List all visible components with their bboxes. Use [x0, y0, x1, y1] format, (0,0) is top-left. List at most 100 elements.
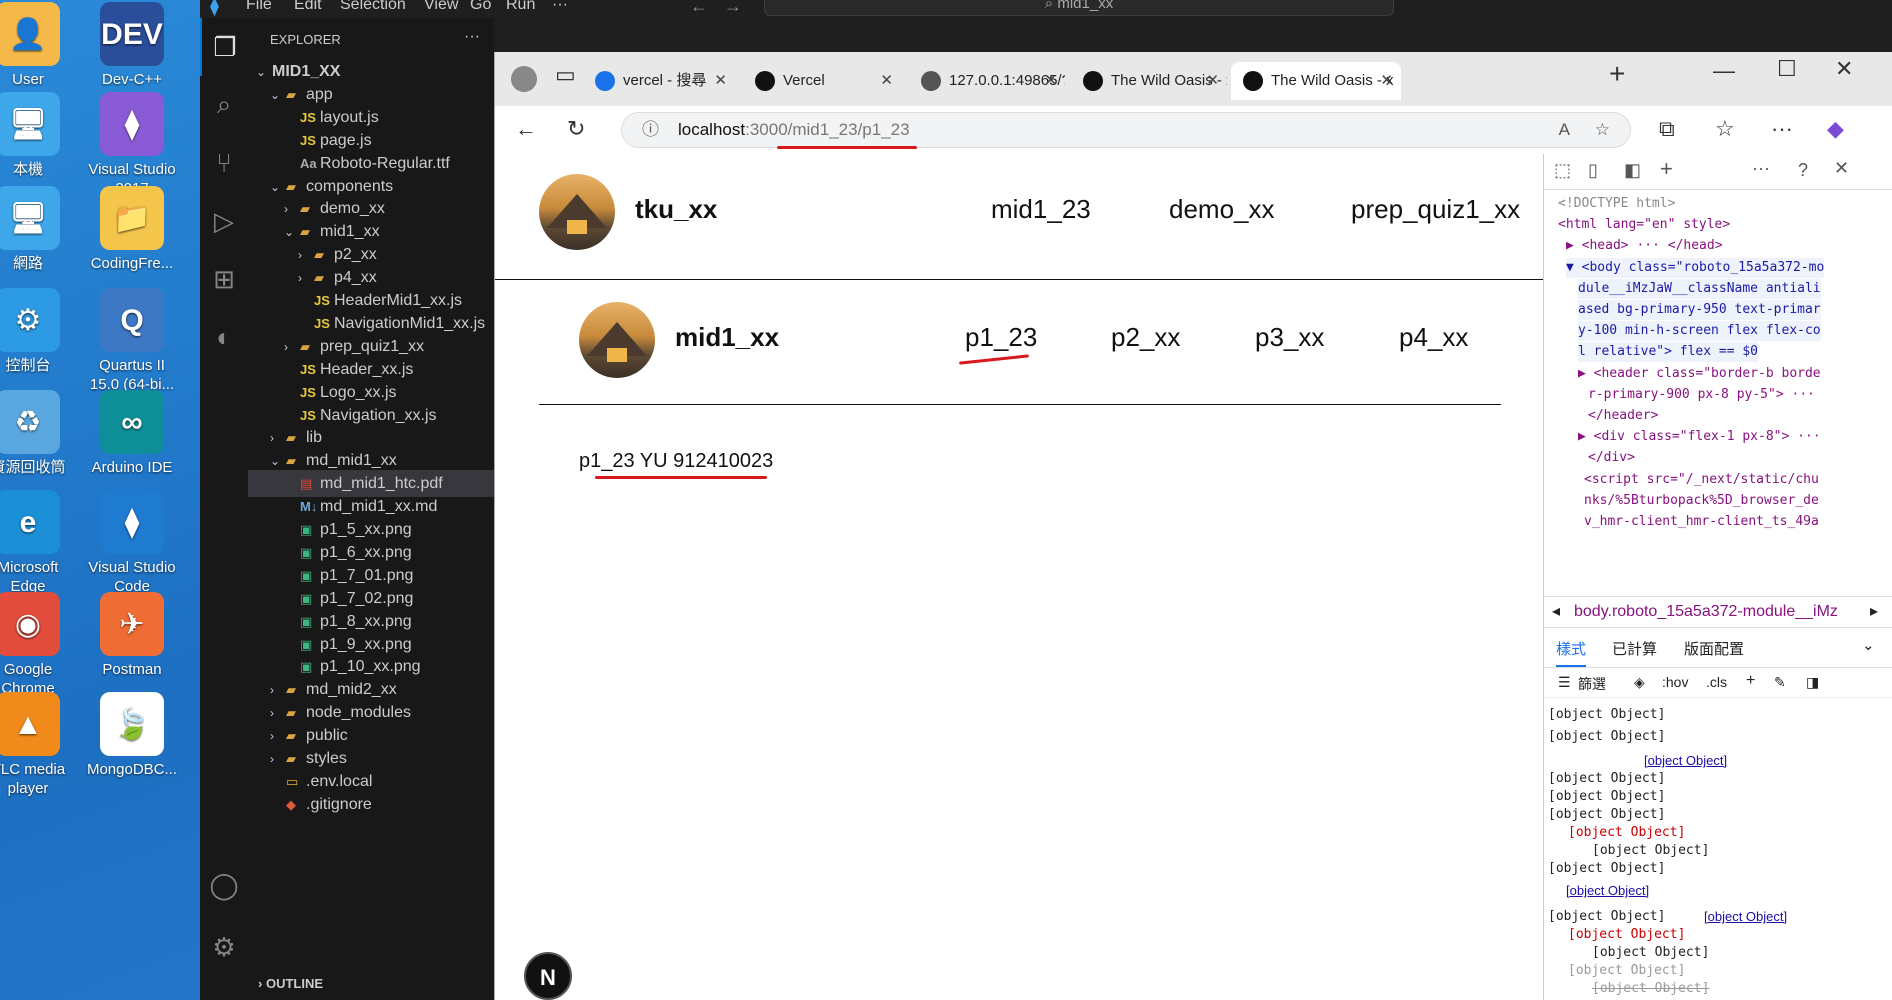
tab-styles[interactable]: 樣式: [1556, 638, 1587, 667]
device-toolbar-icon[interactable]: ▯: [1588, 160, 1598, 181]
close-devtools-icon[interactable]: ✕: [1834, 158, 1849, 179]
back-icon[interactable]: ←: [515, 116, 537, 142]
dom-node-line[interactable]: </header>: [1588, 406, 1658, 426]
profile-avatar-icon[interactable]: [511, 66, 537, 92]
dock-icon[interactable]: ◧: [1624, 160, 1641, 181]
subnav-link-p3[interactable]: p3_xx: [1255, 322, 1324, 353]
nextjs-dev-indicator[interactable]: N: [524, 952, 572, 1000]
subnav-link-p2[interactable]: p2_xx: [1111, 322, 1180, 353]
desktop-icon[interactable]: Q Quartus II 15.0 (64-bi...: [84, 288, 180, 394]
desktop-icon[interactable]: ⧫ Visual Studio Code: [84, 490, 180, 596]
browser-tab[interactable]: Vercel ✕: [743, 62, 901, 100]
dom-node-line[interactable]: <!DOCTYPE html>: [1558, 194, 1675, 214]
close-tab-icon[interactable]: ✕: [880, 62, 893, 100]
extensions-puzzle-icon[interactable]: ⧉: [1659, 116, 1675, 142]
header-brand[interactable]: tku_xx: [635, 194, 717, 225]
more-actions-icon[interactable]: ···: [464, 28, 480, 46]
nav-link-demo[interactable]: demo_xx: [1169, 194, 1275, 225]
crumb-right-icon[interactable]: ▸: [1870, 597, 1878, 627]
dom-node-line[interactable]: y-100 min-h-screen flex flex-co: [1578, 321, 1821, 342]
element-breadcrumb[interactable]: ◂ body.roboto_15a5a372-module__iMz ▸: [1544, 596, 1892, 628]
sub-logo-image[interactable]: [579, 302, 655, 378]
desktop-icon[interactable]: ∞ Arduino IDE: [84, 390, 180, 477]
menu-item[interactable]: Edit: [294, 0, 322, 14]
search-icon[interactable]: ⌕: [200, 76, 248, 134]
cls-toggle[interactable]: .cls: [1706, 674, 1727, 690]
command-center-search[interactable]: ⌕ mid1_xx: [764, 0, 1394, 16]
settings-gear-icon[interactable]: ⚙: [200, 918, 248, 976]
menu-item[interactable]: Run: [506, 0, 535, 14]
tree-file[interactable]: ◆ .gitignore: [248, 791, 494, 818]
nav-link-prep-quiz1[interactable]: prep_quiz1_xx: [1351, 194, 1520, 225]
menu-item[interactable]: File: [246, 0, 272, 14]
style-source-link[interactable]: [object Object]: [1644, 752, 1727, 770]
add-panel-icon[interactable]: +: [1660, 156, 1673, 182]
menu-item[interactable]: ···: [552, 0, 568, 14]
close-tab-icon[interactable]: ✕: [1044, 62, 1057, 100]
forward-arrow-icon[interactable]: →: [724, 0, 742, 17]
source-control-icon[interactable]: ⑂: [200, 134, 248, 192]
maximize-icon[interactable]: ☐: [1777, 56, 1797, 82]
close-tab-icon[interactable]: ✕: [1380, 62, 1393, 100]
address-bar[interactable]: ⓘ localhost:3000/mid1_23/p1_23 A ☆: [621, 112, 1631, 148]
desktop-icon[interactable]: e Microsoft Edge: [0, 490, 76, 596]
dom-node-line[interactable]: <html lang="en" style>: [1558, 215, 1730, 235]
logo-image[interactable]: [539, 174, 615, 250]
hov-toggle[interactable]: :hov: [1662, 674, 1688, 690]
style-source-link[interactable]: [object Object]: [1704, 908, 1787, 926]
desktop-icon[interactable]: DEV Dev-C++: [84, 2, 180, 89]
run-debug-icon[interactable]: ▷: [200, 192, 248, 250]
extensions-icon[interactable]: ⊞: [200, 250, 248, 308]
desktop-icon[interactable]: ▲ VLC media player: [0, 692, 76, 798]
dom-node-line[interactable]: nks/%5Bturbopack%5D_browser_de: [1584, 491, 1819, 511]
style-source-link[interactable]: [object Object]: [1566, 882, 1649, 900]
desktop-icon[interactable]: 🍃 MongoDBC...: [84, 692, 180, 779]
refresh-icon[interactable]: ↻: [567, 116, 585, 142]
elements-tree[interactable]: <!DOCTYPE html> <html lang="en" style> ▶ <…: [1544, 190, 1892, 550]
desktop-icon[interactable]: ◉ Google Chrome: [0, 592, 76, 698]
new-rule-icon[interactable]: +: [1746, 672, 1755, 690]
close-window-icon[interactable]: ✕: [1835, 56, 1853, 82]
favorites-icon[interactable]: ☆: [1715, 116, 1735, 142]
dom-node-line[interactable]: l relative"> flex == $0: [1578, 342, 1759, 363]
new-tab-icon[interactable]: +: [1609, 58, 1625, 90]
tab-computed[interactable]: 已計算: [1612, 638, 1657, 659]
menu-item[interactable]: View: [424, 0, 458, 14]
minimize-icon[interactable]: —: [1713, 58, 1735, 84]
menu-item[interactable]: Selection: [340, 0, 406, 14]
nav-link-mid1[interactable]: mid1_23: [991, 194, 1091, 225]
site-info-icon[interactable]: ⓘ: [642, 113, 659, 147]
desktop-icon[interactable]: ✈ Postman: [84, 592, 180, 679]
desktop-icon[interactable]: 🖥 本機: [0, 92, 76, 179]
subnav-link-p1[interactable]: p1_23: [965, 322, 1037, 353]
account-icon[interactable]: ◯: [200, 856, 248, 914]
explorer-icon[interactable]: ❐: [200, 18, 248, 76]
back-arrow-icon[interactable]: ←: [690, 0, 708, 17]
dom-node-line[interactable]: </div>: [1588, 448, 1635, 468]
desktop-icon[interactable]: ♻ 資源回收筒: [0, 390, 76, 477]
settings-more-icon[interactable]: ···: [1771, 116, 1793, 142]
layers-icon[interactable]: ◈: [1634, 674, 1645, 691]
dom-node-line[interactable]: ▶ <head> ··· </head>: [1566, 236, 1723, 256]
paint-icon[interactable]: ✎: [1774, 674, 1786, 691]
browser-tab[interactable]: The Wild Oasis - x ✕: [1231, 62, 1401, 100]
desktop-icon[interactable]: 👤 User: [0, 2, 76, 89]
remote-explorer-icon[interactable]: ◐: [200, 308, 248, 366]
more-options-icon[interactable]: ···: [1752, 158, 1770, 179]
tab-layout[interactable]: 版面配置: [1684, 638, 1744, 659]
favorite-star-icon[interactable]: ☆: [1595, 113, 1610, 147]
dom-node-line[interactable]: ased bg-primary-950 text-primar: [1578, 300, 1821, 320]
tab-actions-icon[interactable]: ▭: [555, 62, 576, 88]
desktop-icon[interactable]: 📁 CodingFre...: [84, 186, 180, 273]
browser-tab[interactable]: vercel - 搜尋 ✕: [583, 62, 735, 100]
dom-node-line[interactable]: ▶ <header class="border-b borde: [1578, 364, 1821, 384]
dom-node-line[interactable]: ▼ <body class="roboto_15a5a372-mo: [1566, 257, 1825, 278]
browser-tab[interactable]: The Wild Oasis - x ✕: [1071, 62, 1227, 100]
help-icon[interactable]: ?: [1798, 160, 1808, 181]
close-tab-icon[interactable]: ✕: [714, 62, 727, 100]
desktop-icon[interactable]: ⧫Visual Studio 2017: [84, 92, 180, 198]
copilot-icon[interactable]: ◆: [1827, 116, 1844, 142]
dom-node-line[interactable]: v_hmr-client_hmr-client_ts_49a: [1584, 512, 1819, 532]
desktop-icon[interactable]: 🖥 網路: [0, 186, 76, 273]
crumb-left-icon[interactable]: ◂: [1552, 597, 1560, 627]
